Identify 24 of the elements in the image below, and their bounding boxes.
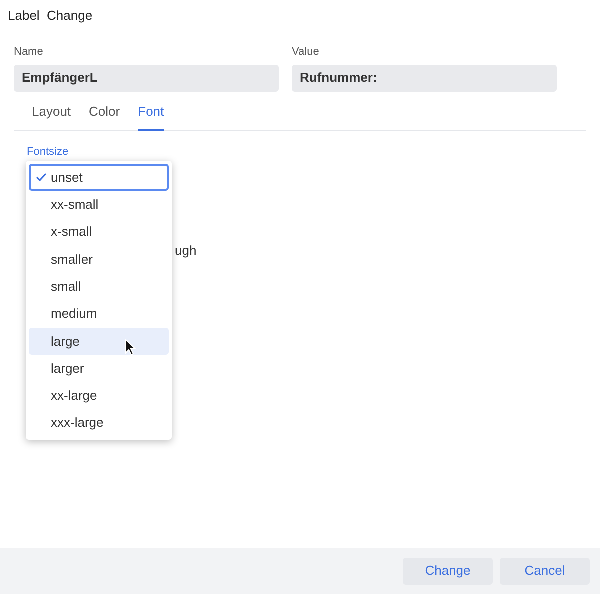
dropdown-option[interactable]: larger — [29, 355, 169, 382]
dropdown-option[interactable]: xxx-large — [29, 410, 169, 437]
tab[interactable]: Color — [89, 100, 120, 131]
mouse-cursor-icon — [125, 338, 137, 356]
dropdown-option[interactable]: unset — [29, 164, 169, 191]
window-title: Label Change — [8, 7, 93, 25]
dialog-button[interactable]: Change — [403, 558, 493, 584]
dropdown-option[interactable]: medium — [29, 300, 169, 328]
field-label: Value — [292, 45, 320, 60]
field-label: Name — [14, 45, 44, 60]
dropdown-option[interactable]: xx-large — [29, 382, 169, 410]
fontsize-label: Fontsize — [27, 146, 69, 158]
tab[interactable]: Font — [138, 100, 164, 131]
dropdown-option[interactable]: small — [29, 273, 169, 300]
partial-text: ugh — [175, 243, 197, 258]
check-icon — [36, 173, 46, 182]
text-field[interactable]: Rufnummer: — [292, 64, 557, 92]
text-field[interactable]: EmpfängerL — [14, 64, 279, 92]
dropdown-option[interactable]: large — [29, 328, 169, 355]
dropdown-option[interactable]: x-small — [29, 218, 169, 246]
tab[interactable]: Layout — [32, 100, 72, 131]
dropdown-option[interactable]: smaller — [29, 246, 169, 273]
dropdown-option[interactable]: xx-small — [29, 191, 169, 218]
dialog-button[interactable]: Cancel — [500, 558, 590, 584]
